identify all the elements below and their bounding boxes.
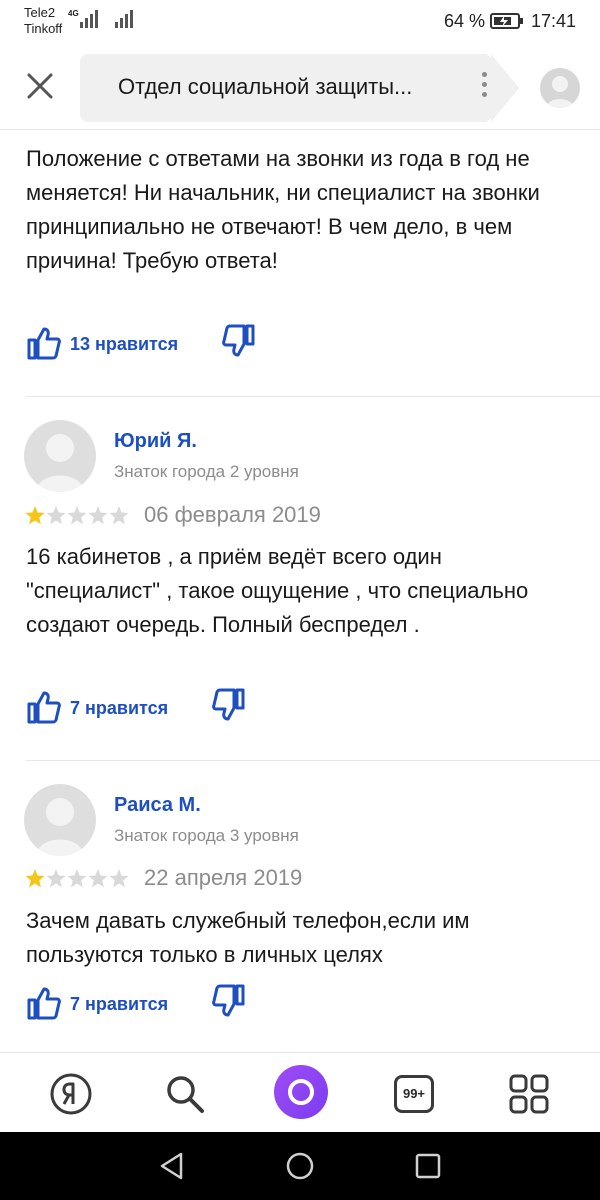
more-vertical-icon-dot: [481, 72, 487, 77]
review-text: Положение с ответами на звонки из года в…: [26, 146, 540, 273]
user-icon: [36, 798, 84, 856]
back-triangle-icon: [160, 1152, 183, 1180]
recents-button[interactable]: [412, 1150, 444, 1187]
page-title[interactable]: Отдел социальной защиты...: [118, 74, 412, 100]
clock: 17:41: [531, 11, 577, 31]
review-reactions: 7 нравится: [26, 686, 286, 726]
status-bar: Tele2 Tinkoff 4G 64 % 17:41: [0, 0, 600, 42]
author-avatar[interactable]: [24, 784, 96, 856]
like-count: 7 нравится: [70, 698, 169, 718]
system-navigation-bar: [0, 1132, 600, 1200]
dislike-button[interactable]: [222, 324, 256, 363]
carrier-2: Tinkoff: [24, 21, 63, 36]
divider: [26, 396, 600, 397]
thumbs-up-icon: [27, 987, 61, 1020]
tabs-button[interactable]: 99+: [394, 1075, 434, 1113]
search-button[interactable]: [162, 1071, 208, 1117]
divider: [26, 760, 600, 761]
star-empty-icon: [46, 506, 66, 525]
top-header: Отдел социальной защиты...: [0, 46, 600, 130]
search-icon: [167, 1076, 204, 1113]
user-icon: [546, 76, 574, 108]
dislike-button[interactable]: [212, 688, 246, 727]
review-author[interactable]: Раиса М.: [114, 794, 201, 817]
like-count: 13 нравится: [70, 334, 179, 354]
thumbs-up-icon: [27, 691, 61, 724]
review-text: Зачем давать служебный телефон,если им п…: [26, 908, 470, 967]
home-button[interactable]: [284, 1150, 316, 1187]
star-empty-icon: [109, 506, 129, 525]
like-count: 7 нравится: [70, 994, 169, 1014]
star-empty-icon: [67, 506, 87, 525]
back-button[interactable]: [156, 1150, 188, 1187]
star-empty-icon: [88, 869, 108, 888]
home-circle-icon: [286, 1152, 314, 1180]
star-filled-icon: [25, 869, 45, 888]
dislike-button[interactable]: [212, 984, 246, 1023]
more-menu-button[interactable]: [478, 72, 490, 104]
alice-icon: [288, 1079, 314, 1105]
author-level: Знаток города 2 уровня: [114, 462, 299, 481]
star-filled-icon: [25, 506, 45, 525]
more-vertical-icon-dot: [481, 92, 487, 97]
title-pill-arrow: [491, 54, 519, 122]
thumbs-down-icon: [212, 984, 245, 1017]
yandex-button[interactable]: [48, 1071, 94, 1117]
thumbs-down-icon: [212, 688, 245, 721]
thumbs-up-icon: [27, 327, 61, 360]
close-icon: [27, 73, 53, 99]
star-empty-icon: [46, 869, 66, 888]
signal-icon-2: [115, 10, 133, 28]
review-date: 06 февраля 2019: [144, 502, 321, 527]
review-author[interactable]: Юрий Я.: [114, 430, 197, 453]
review-reactions: 13 нравится: [26, 322, 286, 362]
services-grid-icon: [509, 1074, 549, 1114]
review-reactions: 7 нравится: [26, 982, 286, 1022]
star-empty-icon: [88, 506, 108, 525]
carrier-names: Tele2 Tinkoff: [24, 5, 62, 37]
author-level: Знаток города 3 уровня: [114, 826, 299, 845]
user-avatar[interactable]: [540, 68, 580, 108]
rating-stars: [25, 506, 129, 525]
carrier-1: Tele2: [24, 5, 56, 20]
alice-button[interactable]: [274, 1065, 328, 1119]
battery-percent: 64 %: [444, 11, 486, 31]
review-date: 22 апреля 2019: [144, 865, 303, 890]
author-avatar[interactable]: [24, 420, 96, 492]
services-button[interactable]: [506, 1071, 552, 1117]
signal-icon: [80, 10, 98, 28]
star-empty-icon: [67, 869, 87, 888]
more-vertical-icon-dot: [481, 82, 487, 87]
bottom-navigation: 99+: [0, 1052, 600, 1132]
yandex-icon: [50, 1073, 92, 1115]
rating-stars: [25, 869, 129, 888]
thumbs-down-icon: [222, 324, 255, 357]
battery-icon: [490, 13, 523, 29]
star-empty-icon: [109, 869, 129, 888]
review-text: 16 кабинетов , а приём ведёт всего один …: [26, 544, 529, 637]
recents-square-icon: [415, 1153, 441, 1179]
close-button[interactable]: [22, 68, 58, 104]
user-icon: [36, 434, 84, 492]
